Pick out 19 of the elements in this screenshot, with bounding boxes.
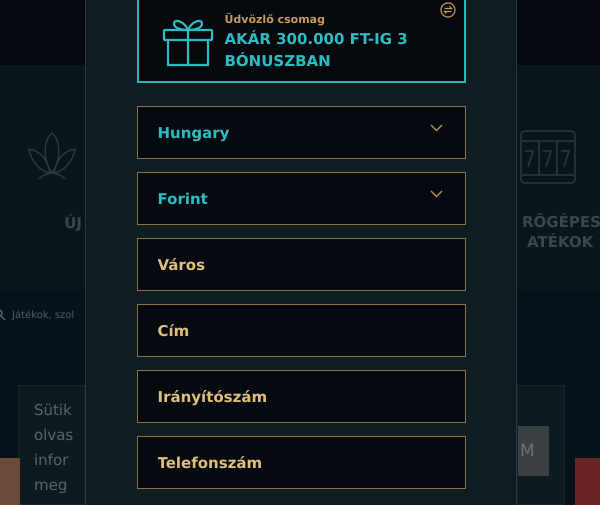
chevron-down-icon bbox=[430, 124, 442, 132]
cookie-text: olvas bbox=[34, 425, 74, 446]
input-field[interactable]: Város bbox=[136, 238, 466, 291]
input-field[interactable]: Cím bbox=[136, 304, 466, 357]
game-thumbnail[interactable] bbox=[0, 458, 20, 505]
search-placeholder: Játékok, szol bbox=[12, 310, 74, 320]
bonus-subtitle: Üdvözlő csomag bbox=[224, 12, 326, 26]
game-thumbnail[interactable] bbox=[575, 458, 600, 505]
select-field[interactable]: Hungary bbox=[136, 106, 466, 159]
select-field[interactable]: Forint bbox=[136, 172, 466, 225]
cookie-text: Sütik bbox=[34, 400, 73, 421]
cookie-text: infor bbox=[34, 450, 70, 471]
search-field[interactable] bbox=[517, 290, 600, 340]
input-field[interactable]: Irányítószám bbox=[136, 370, 466, 423]
chevron-down-icon bbox=[430, 190, 442, 198]
bonus-title: AKÁR 300.000 FT-IG 3 BÓNUSZBAN bbox=[224, 28, 409, 72]
swap-icon[interactable] bbox=[440, 2, 456, 18]
cookie-text: meg bbox=[34, 475, 68, 496]
input-field[interactable]: Telefonszám bbox=[136, 436, 466, 489]
